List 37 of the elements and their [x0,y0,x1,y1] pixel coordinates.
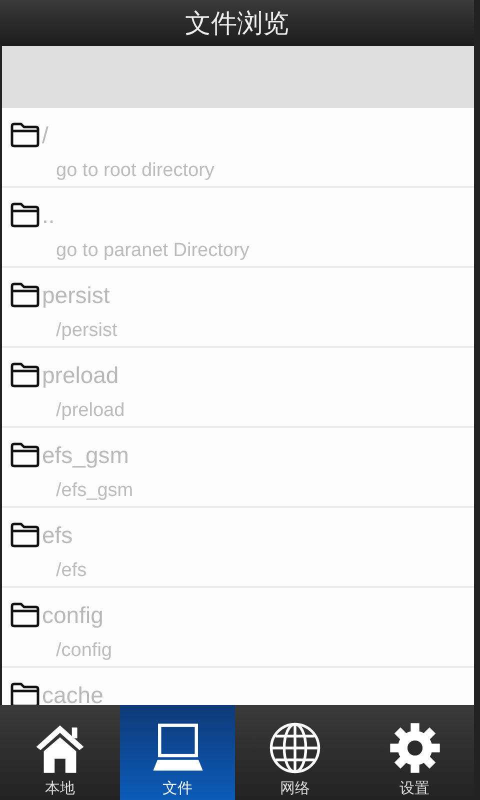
folder-name: efs [42,522,73,548]
folder-path: go to paranet Directory [56,240,250,262]
tab[interactable]: 文件 [120,705,235,800]
folder-icon [10,362,40,388]
folder-path: /efs [56,560,88,582]
folder-icon [10,202,40,228]
folder-row[interactable]: config /config [2,588,474,668]
folder-path: /efs_gsm [56,480,134,502]
folder-icon [10,122,40,148]
folder-icon [10,602,40,628]
folder-name: / [42,122,48,148]
folder-icon [10,682,40,705]
tab[interactable]: 本地 [0,705,120,800]
globe-icon [268,721,322,775]
folder-path: go to root directory [56,160,216,182]
folder-row[interactable]: efs_gsm /efs_gsm [2,428,474,508]
folder-name: cache [42,682,104,705]
folder-name: .. [42,202,55,228]
folder-path: /config [56,640,113,662]
folder-row[interactable]: .. go to paranet Directory [2,188,474,268]
folder-name: config [42,602,104,628]
window-title: 文件浏览 [185,8,289,40]
folder-row[interactable]: persist /persist [2,268,474,348]
folder-icon [10,522,40,548]
folder-name: persist [42,282,110,308]
folder-name: efs_gsm [42,442,129,468]
folder-path: /persist [56,320,118,342]
folder-icon [10,442,40,468]
folder-row[interactable]: efs /efs [2,508,474,588]
folder-icon [10,282,40,308]
tab[interactable]: 设置 [355,705,474,800]
folder-row[interactable]: preload /preload [2,348,474,428]
folder-name: preload [42,362,119,388]
settings-icon [388,721,442,775]
folder-path: /preload [56,400,126,422]
folder-row[interactable]: / go to root directory [2,108,474,188]
tab[interactable]: 网络 [235,705,355,800]
